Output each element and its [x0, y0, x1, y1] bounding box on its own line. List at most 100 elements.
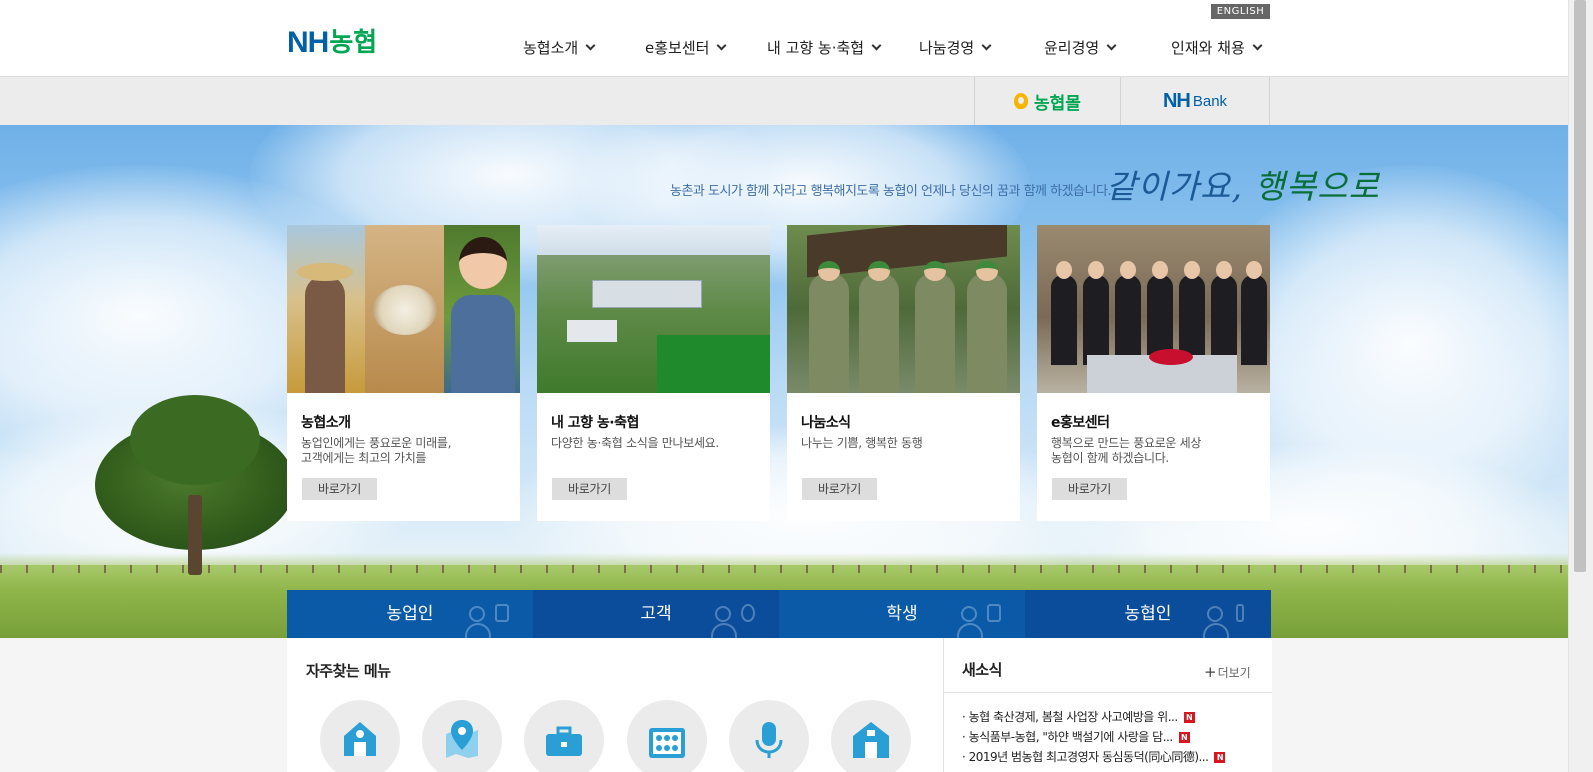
card-desc-line: 농협이 함께 하겠습니다. — [1051, 451, 1169, 465]
tab-label: 농업인 — [386, 604, 434, 624]
abacus-icon — [649, 728, 685, 758]
nav-label: e홍보센터 — [645, 38, 710, 57]
tab-farmers[interactable]: 농업인 — [287, 590, 533, 638]
family-site-bar: 농협몰 NH Bank — [0, 77, 1568, 125]
tab-students[interactable]: 학생 — [779, 590, 1025, 638]
card-go-button[interactable]: 바로가기 — [1052, 478, 1127, 500]
card-photo-aerial-facility — [537, 225, 770, 393]
nav-label: 인재와 채용 — [1171, 38, 1245, 57]
quick-menu-item-5[interactable] — [729, 700, 809, 772]
hero-slogan-calligraphy: 같이가요, 행복으로 — [1106, 160, 1380, 208]
map-pin-icon — [446, 720, 478, 758]
student-book-icon — [957, 602, 1005, 638]
nav-item-careers[interactable]: 인재와 채용 — [1171, 37, 1263, 57]
nh-mall-link[interactable]: 농협몰 — [974, 77, 1121, 125]
nav-item-about[interactable]: 농협소개 — [523, 37, 596, 57]
nh-mall-label: 농협몰 — [1034, 93, 1081, 114]
slogan-part2: 행복으로 — [1254, 167, 1380, 206]
tab-label: 학생 — [886, 604, 918, 624]
tab-nh-staff[interactable]: 농협인 — [1025, 590, 1271, 638]
chevron-down-icon — [871, 40, 882, 50]
news-more-label: 더보기 — [1217, 666, 1251, 680]
card-desc-line: 고객에게는 최고의 가치를 — [301, 451, 427, 465]
news-item-text: · 농협 축산경제, 봄철 사업장 사고예방을 위... — [962, 710, 1178, 724]
nav-item-local-coop[interactable]: 내 고향 농·축협 — [767, 37, 882, 57]
card-go-button[interactable]: 바로가기 — [802, 478, 877, 500]
logo-latin: NH — [287, 26, 329, 59]
card-desc: 다양한 농·축협 소식을 만나보세요. — [551, 436, 761, 451]
staff-tie-icon — [1203, 602, 1251, 638]
tree-trunk — [188, 495, 202, 575]
card-photo-delegation — [1037, 225, 1270, 393]
plus-icon: + — [1204, 663, 1217, 681]
quick-menu-item-3[interactable] — [524, 700, 604, 772]
quick-menu-item-6[interactable] — [831, 700, 911, 772]
tab-label: 농협인 — [1124, 604, 1172, 624]
briefcase-icon — [546, 726, 582, 756]
news-item[interactable]: · 농협 축산경제, 봄철 사업장 사고예방을 위... N — [962, 708, 1195, 725]
card-sharing-news[interactable]: 나눔소식 나누는 기쁨, 행복한 동행 바로가기 — [787, 225, 1020, 521]
card-photo-farming — [287, 225, 520, 393]
news-item-text: · 2019년 범농협 최고경영자 동심동덕(同心同德)... — [962, 750, 1209, 764]
customer-chat-icon — [711, 602, 759, 638]
card-desc-line: 농업인에게는 풍요로운 미래를, — [301, 436, 452, 450]
chevron-down-icon — [585, 40, 596, 50]
nh-bank-link[interactable]: NH Bank — [1121, 77, 1270, 125]
page: NH 농협 ENGLISH 농협소개 e홍보센터 내 고향 농·축협 나눔경영 … — [0, 0, 1568, 772]
card-title: e홍보센터 — [1051, 415, 1110, 431]
quick-menu-item-1[interactable] — [320, 700, 400, 772]
nav-label: 윤리경영 — [1044, 38, 1100, 57]
card-desc: 농업인에게는 풍요로운 미래를, 고객에게는 최고의 가치를 — [301, 436, 511, 466]
news-title: 새소식 — [962, 661, 1002, 679]
quick-menu-title: 자주찾는 메뉴 — [306, 662, 391, 680]
nav-item-ethics[interactable]: 윤리경영 — [1044, 37, 1117, 57]
card-go-button[interactable]: 바로가기 — [302, 478, 377, 500]
nh-bank-label: Bank — [1192, 92, 1228, 110]
divider — [944, 692, 1272, 693]
card-go-button[interactable]: 바로가기 — [552, 478, 627, 500]
card-about[interactable]: 농협소개 농업인에게는 풍요로운 미래를, 고객에게는 최고의 가치를 바로가기 — [287, 225, 520, 521]
card-pr-center[interactable]: e홍보센터 행복으로 만드는 풍요로운 세상 농협이 함께 하겠습니다. 바로가… — [1037, 225, 1270, 521]
chevron-down-icon — [1252, 40, 1263, 50]
card-photo-volunteers — [787, 225, 1020, 393]
barn-icon — [853, 722, 889, 758]
quick-menu-item-4[interactable] — [627, 700, 707, 772]
card-desc-line: 행복으로 만드는 풍요로운 세상 — [1051, 436, 1202, 450]
news-item[interactable]: · 2019년 범농협 최고경영자 동심동덕(同心同德)... N — [962, 748, 1226, 765]
nav-label: 내 고향 농·축협 — [767, 38, 865, 57]
english-button[interactable]: ENGLISH — [1211, 4, 1270, 19]
card-title: 농협소개 — [301, 415, 351, 431]
news-more-link[interactable]: +더보기 — [1204, 663, 1251, 681]
microphone-icon — [755, 722, 783, 758]
nh-bank-logo-latin: NH — [1162, 89, 1191, 112]
slogan-part1: 같이가요, — [1106, 167, 1255, 206]
nav-item-pr-center[interactable]: e홍보센터 — [645, 37, 727, 57]
new-badge: N — [1178, 732, 1190, 743]
quick-menu-item-2[interactable] — [422, 700, 502, 772]
card-desc-line: 다양한 농·축협 소식을 만나보세요. — [551, 436, 719, 450]
new-badge: N — [1183, 712, 1195, 723]
farmer-icon — [465, 602, 513, 638]
header: NH 농협 ENGLISH 농협소개 e홍보센터 내 고향 농·축협 나눔경영 … — [0, 0, 1568, 77]
nav-label: 나눔경영 — [919, 38, 975, 57]
card-desc: 나누는 기쁨, 행복한 동행 — [801, 436, 1011, 451]
house-icon — [344, 722, 376, 756]
news-item[interactable]: · 농식품부-농협, "하얀 백설기에 사랑을 담... N — [962, 728, 1190, 745]
logo-korean: 농협 — [329, 28, 378, 58]
chevron-down-icon — [1106, 40, 1117, 50]
card-title: 나눔소식 — [801, 415, 851, 431]
tab-customers[interactable]: 고객 — [533, 590, 779, 638]
nav-label: 농협소개 — [523, 38, 579, 57]
scrollbar-thumb[interactable] — [1574, 0, 1586, 572]
new-badge: N — [1214, 752, 1226, 763]
card-local-coop[interactable]: 내 고향 농·축협 다양한 농·축협 소식을 만나보세요. 바로가기 — [537, 225, 770, 521]
card-desc-line: 나누는 기쁨, 행복한 동행 — [801, 436, 923, 450]
nav-item-sharing[interactable]: 나눔경영 — [919, 37, 992, 57]
card-title: 내 고향 농·축협 — [551, 415, 639, 431]
tree — [130, 395, 260, 485]
hero-slogan: 농촌과 도시가 함께 자라고 행복해지도록 농협이 언제나 당신의 꿈과 함께 … — [670, 184, 1112, 199]
nh-logo[interactable]: NH 농협 — [287, 26, 378, 59]
chevron-down-icon — [981, 40, 992, 50]
audience-tabs: 농업인 고객 학생 농협인 — [287, 590, 1272, 638]
card-desc: 행복으로 만드는 풍요로운 세상 농협이 함께 하겠습니다. — [1051, 436, 1261, 466]
